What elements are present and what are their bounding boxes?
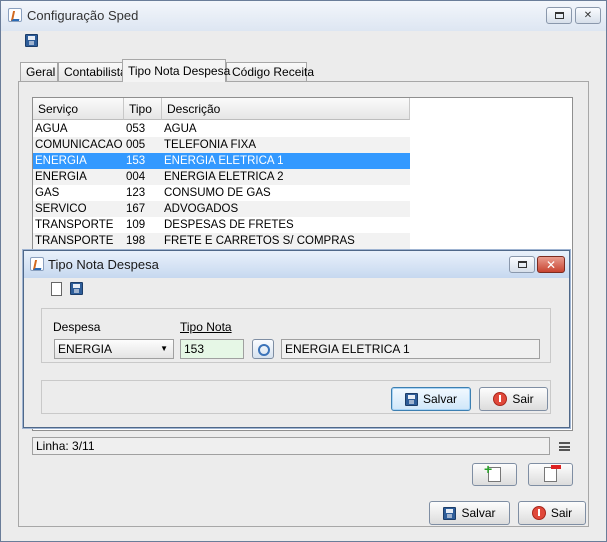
dialog-button-panel <box>41 380 551 414</box>
dialog-title: Tipo Nota Despesa <box>48 257 159 272</box>
cell-descricao: FRETE E CARRETOS S/ COMPRAS <box>164 235 355 247</box>
table-row[interactable]: AGUA 053 AGUA <box>33 121 410 137</box>
toolbar-save-button[interactable] <box>23 32 40 49</box>
cell-servico: TRANSPORTE <box>35 235 114 247</box>
add-document-icon <box>484 461 501 482</box>
cell-servico: AGUA <box>35 123 68 135</box>
cell-descricao: ENERGIA ELETRICA 1 <box>164 155 284 167</box>
lookup-button[interactable] <box>252 339 274 359</box>
delete-document-icon <box>544 465 561 482</box>
footer-exit-label: Sair <box>550 506 573 520</box>
cell-servico: TRANSPORTE <box>35 219 114 231</box>
table-row[interactable]: COMUNICACAO 005 TELEFONIA FIXA <box>33 137 410 153</box>
table-row[interactable]: TRANSPORTE 198 FRETE E CARRETOS S/ COMPRAS <box>33 233 410 249</box>
add-record-button[interactable] <box>472 461 517 486</box>
form-panel: Despesa Tipo Nota ENERGIA ▼ 153 ENERGIA … <box>41 308 551 363</box>
dialog-titlebar: Tipo Nota Despesa ✕ <box>24 251 569 278</box>
close-icon: ✕ <box>545 257 557 272</box>
cell-tipo: 198 <box>126 235 146 247</box>
despesa-value: ENERGIA <box>58 342 113 356</box>
exit-icon <box>493 392 508 406</box>
column-header-servico[interactable]: Serviço <box>33 98 124 120</box>
menu-icon <box>559 442 570 451</box>
java-app-icon <box>30 257 44 271</box>
dialog-save-label: Salvar <box>422 392 457 406</box>
java-app-icon <box>8 8 22 22</box>
despesa-label: Despesa <box>53 320 101 334</box>
table-row[interactable]: TRANSPORTE 109 DESPESAS DE FRETES <box>33 217 410 233</box>
dialog-new-button[interactable] <box>49 280 63 297</box>
window-title: Configuração Sped <box>27 8 139 23</box>
cell-servico: GAS <box>35 187 60 199</box>
tipo-nota-input[interactable]: 153 <box>180 339 244 359</box>
dialog-restore-button[interactable] <box>509 256 535 273</box>
cell-tipo: 005 <box>126 139 146 151</box>
dialog-exit-label: Sair <box>512 392 534 406</box>
cell-descricao: DESPESAS DE FRETES <box>164 219 294 231</box>
dialog-save-button[interactable]: Salvar <box>391 387 471 411</box>
cell-servico: ENERGIA <box>35 155 87 167</box>
tipo-nota-label: Tipo Nota <box>180 320 232 334</box>
restore-icon <box>554 12 564 19</box>
cell-descricao: AGUA <box>164 123 197 135</box>
cell-descricao: ENERGIA ELETRICA 2 <box>164 171 284 183</box>
dialog-exit-button[interactable]: Sair <box>479 387 548 411</box>
dialog-close-button[interactable]: ✕ <box>537 256 565 273</box>
footer-exit-button[interactable]: Sair <box>518 501 586 525</box>
delete-record-button[interactable] <box>528 463 573 486</box>
cell-descricao: CONSUMO DE GAS <box>164 187 271 199</box>
cell-descricao: ADVOGADOS <box>164 203 239 215</box>
despesa-select[interactable]: ENERGIA ▼ <box>54 339 174 359</box>
save-icon <box>404 392 418 406</box>
tab-label: Tipo Nota Despesa <box>128 64 231 78</box>
cell-tipo: 109 <box>126 219 146 231</box>
save-icon <box>443 506 457 520</box>
close-window-button[interactable]: ✕ <box>575 7 601 24</box>
cell-tipo: 123 <box>126 187 146 199</box>
cell-servico: COMUNICACAO <box>35 139 123 151</box>
column-header-tipo[interactable]: Tipo <box>124 98 162 120</box>
tab-label: Código Receita <box>232 65 315 79</box>
table-row[interactable]: ENERGIA 153 ENERGIA ELETRICA 1 <box>33 153 410 169</box>
restore-button[interactable] <box>546 7 572 24</box>
tab-tipo-nota-despesa[interactable]: Tipo Nota Despesa <box>122 59 230 82</box>
tab-codigo-receita[interactable]: Código Receita <box>226 62 314 82</box>
close-icon: ✕ <box>583 10 593 21</box>
cell-servico: SERVICO <box>35 203 87 215</box>
footer-save-label: Salvar <box>461 506 496 520</box>
cell-tipo: 004 <box>126 171 146 183</box>
save-icon <box>25 34 38 47</box>
tab-contabilista[interactable]: Contabilista <box>58 62 127 82</box>
table-row[interactable]: SERVICO 167 ADVOGADOS <box>33 201 410 217</box>
table-menu-button[interactable] <box>558 441 571 453</box>
save-icon <box>70 282 83 295</box>
chevron-down-icon: ▼ <box>160 344 168 353</box>
row-status: Linha: 3/11 <box>32 437 550 455</box>
descricao-field: ENERGIA ELETRICA 1 <box>281 339 540 359</box>
footer-save-button[interactable]: Salvar <box>429 501 510 525</box>
restore-icon <box>517 261 527 268</box>
cell-tipo: 153 <box>126 155 146 167</box>
tipo-nota-despesa-dialog: Tipo Nota Despesa ✕ Despesa Tipo Nota EN… <box>23 250 570 428</box>
new-document-icon <box>50 281 62 296</box>
cell-servico: ENERGIA <box>35 171 87 183</box>
main-titlebar: Configuração Sped ✕ <box>1 1 606 31</box>
cell-descricao: TELEFONIA FIXA <box>164 139 257 151</box>
tab-label: Geral <box>26 65 56 79</box>
cell-tipo: 167 <box>126 203 146 215</box>
exit-icon <box>531 506 546 520</box>
dialog-toolbar-save-button[interactable] <box>68 280 85 297</box>
table-row[interactable]: ENERGIA 004 ENERGIA ELETRICA 2 <box>33 169 410 185</box>
tab-geral[interactable]: Geral <box>20 62 58 82</box>
tab-label: Contabilista <box>64 65 127 79</box>
table-row[interactable]: GAS 123 CONSUMO DE GAS <box>33 185 410 201</box>
cell-tipo: 053 <box>126 123 146 135</box>
column-header-descricao[interactable]: Descrição <box>162 98 410 120</box>
